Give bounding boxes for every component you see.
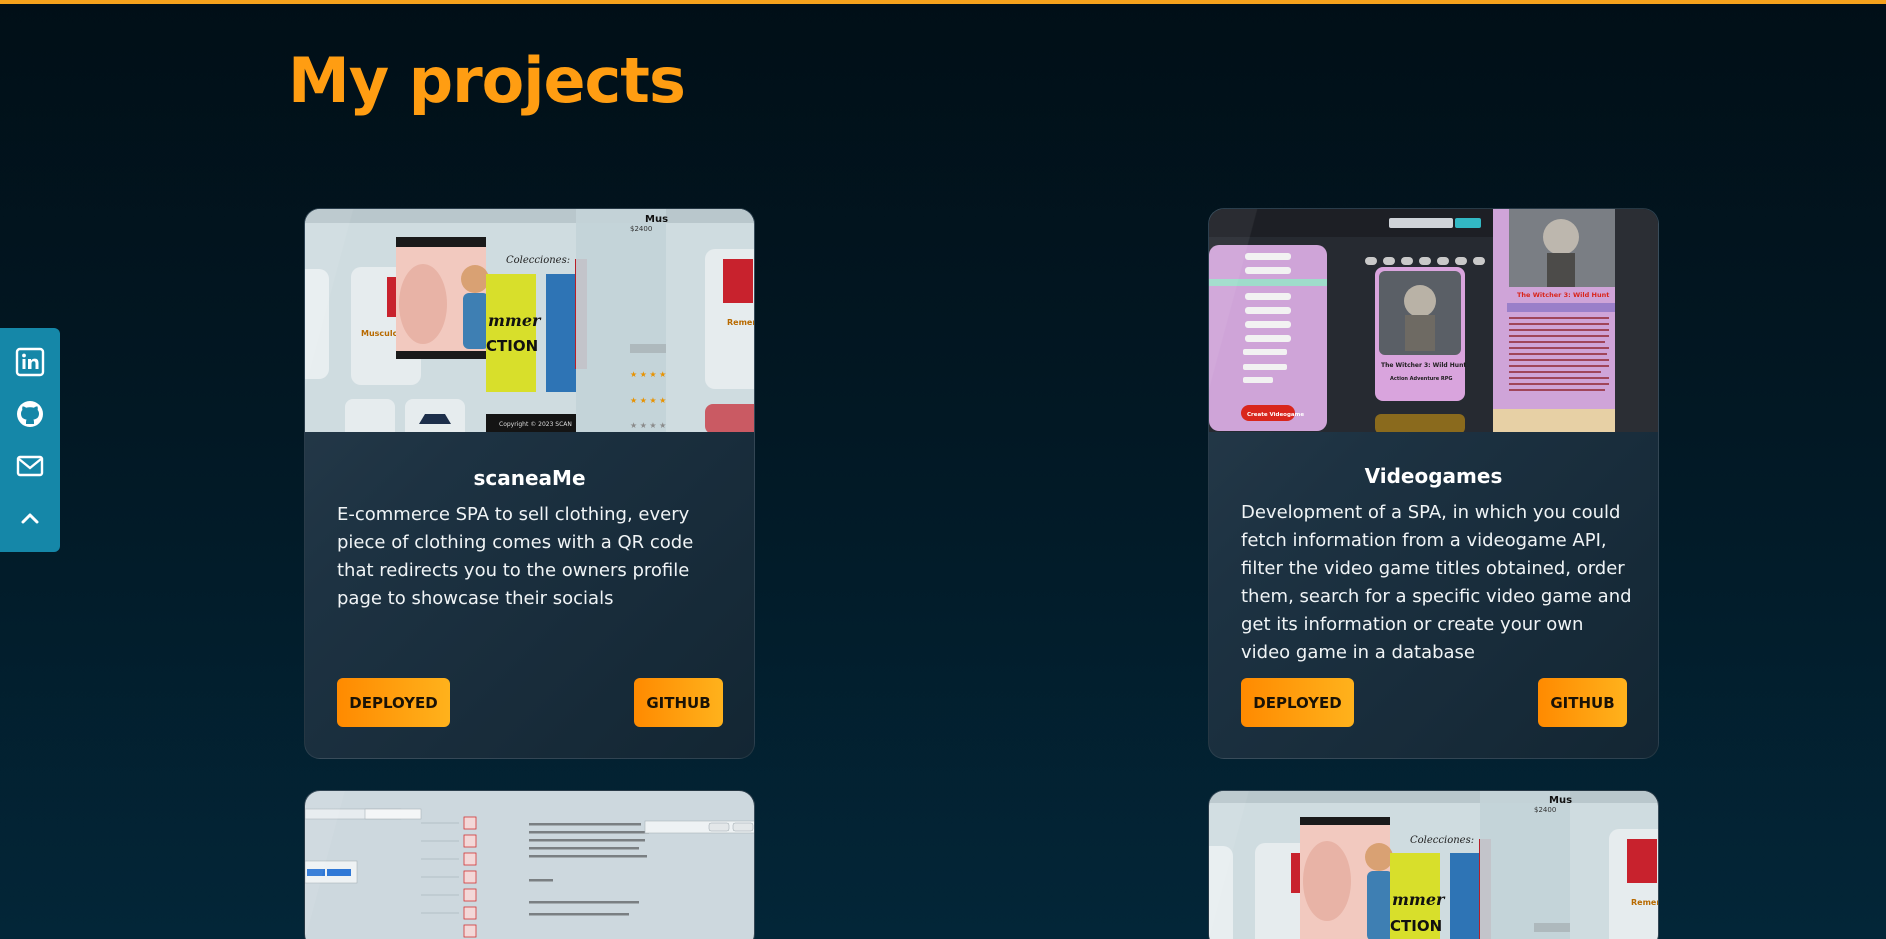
svg-text:★ ★ ★ ★: ★ ★ ★ ★ xyxy=(630,370,666,379)
thumb-create-btn: Create Videogame xyxy=(1247,412,1304,418)
project-title: scaneaMe xyxy=(473,466,586,490)
svg-text:CTION: CTION xyxy=(1390,917,1442,935)
project-card-scaneame: Musculosa mmer CTION Colecciones: Mus $2… xyxy=(304,208,755,759)
project-description: E-commerce SPA to sell clothing, every p… xyxy=(337,504,694,609)
svg-text:Colecciones:: Colecciones: xyxy=(1410,835,1474,846)
mail-icon[interactable] xyxy=(13,449,47,483)
project-thumbnail: mmer CTION Colecciones: Mus $2400 Remera xyxy=(1209,791,1658,939)
page-title: My projects xyxy=(288,44,686,117)
thumb-mus-text: Mus xyxy=(645,214,668,225)
thumb-game-title: The Witcher 3: Wild Hunt xyxy=(1381,362,1466,369)
project-thumbnail: Musculosa mmer CTION Colecciones: Mus $2… xyxy=(305,209,754,432)
svg-text:★ ★ ★ ★: ★ ★ ★ ★ xyxy=(630,421,666,430)
github-button[interactable]: GITHUB xyxy=(634,678,723,727)
chevron-up-icon[interactable] xyxy=(13,501,47,535)
thumb-price-text: $2400 xyxy=(630,225,652,233)
linkedin-icon[interactable] xyxy=(13,345,47,379)
svg-text:Remera: Remera xyxy=(727,318,754,327)
project-thumbnail xyxy=(305,791,754,939)
svg-text:Remera: Remera xyxy=(1631,898,1658,907)
top-accent-bar xyxy=(0,0,1886,4)
thumb-genres: Action Adventure RPG xyxy=(1390,376,1453,382)
deployed-button[interactable]: DEPLOYED xyxy=(1241,678,1354,727)
project-card-partial-1 xyxy=(304,790,755,939)
svg-text:The Witcher 3: Wild Hunt: The Witcher 3: Wild Hunt xyxy=(1517,291,1609,299)
project-card-videogames: Create Videogame The Witcher 3: Wild Hun… xyxy=(1208,208,1659,759)
social-sidebar xyxy=(0,328,60,552)
svg-text:$2400: $2400 xyxy=(1534,806,1556,814)
svg-text:Mus: Mus xyxy=(1549,795,1572,806)
project-card-partial-2: mmer CTION Colecciones: Mus $2400 Remera xyxy=(1208,790,1659,939)
thumb-colecciones-text: Colecciones: xyxy=(506,255,570,266)
github-icon[interactable] xyxy=(13,397,47,431)
svg-text:★ ★ ★ ★: ★ ★ ★ ★ xyxy=(630,396,666,405)
thumb-copyright-text: Copyright © 2023 SCAN xyxy=(499,421,572,428)
project-description: Development of a SPA, in which you could… xyxy=(1241,502,1632,663)
project-title: Videogames xyxy=(1364,464,1503,488)
project-thumbnail: Create Videogame The Witcher 3: Wild Hun… xyxy=(1209,209,1658,432)
svg-text:mmer: mmer xyxy=(1392,890,1446,909)
thumb-ction-text: CTION xyxy=(486,337,538,355)
thumb-summer-text: mmer xyxy=(488,311,542,330)
deployed-button[interactable]: DEPLOYED xyxy=(337,678,450,727)
github-button[interactable]: GITHUB xyxy=(1538,678,1627,727)
